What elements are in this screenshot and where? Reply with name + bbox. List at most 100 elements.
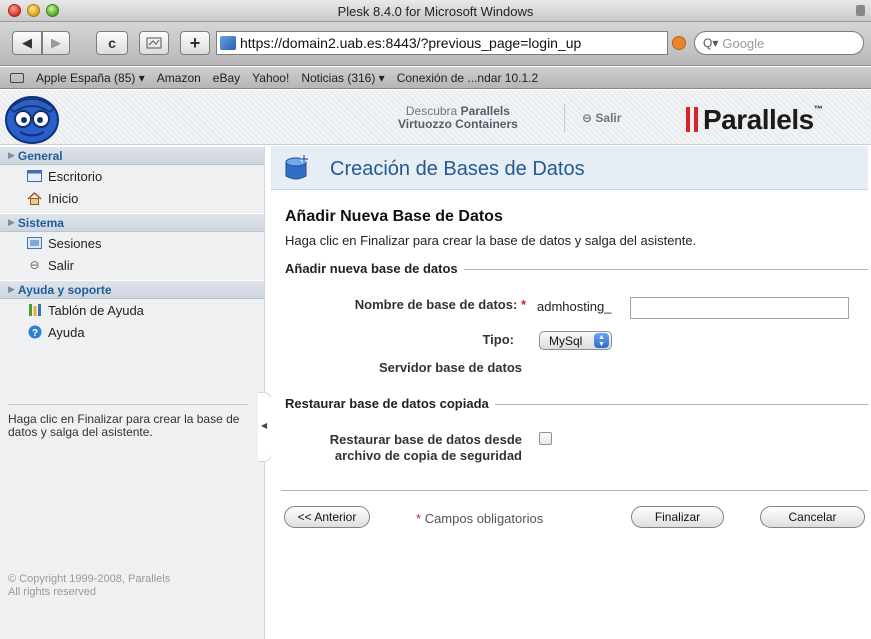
sessions-icon (27, 237, 42, 250)
back-button[interactable]: ◀ (12, 31, 42, 55)
sidebar-hint: Haga clic en Finalizar para crear la bas… (8, 404, 248, 439)
svg-text:?: ? (31, 328, 37, 339)
parallels-logo-bars-icon (686, 107, 699, 132)
sidebar-item-inicio[interactable]: Inicio (0, 187, 264, 209)
left-sidebar: ▶ General Escritorio Inicio ▶ Sistema Sesi… (0, 146, 265, 639)
section-description: Haga clic en Finalizar para crear la bas… (285, 233, 697, 248)
rss-icon[interactable] (672, 36, 686, 50)
copyright-line: © Copyright 1999-2008, Parallels (8, 573, 171, 585)
parallels-logo: Parallels™ (703, 104, 823, 135)
forward-arrow-icon: ▶ (51, 35, 61, 50)
sidebar-item-salir[interactable]: ⊖ Salir (0, 254, 264, 276)
window-titlebar: Plesk 8.4.0 for Microsoft Windows (0, 0, 871, 22)
sidebar-item-escritorio[interactable]: Escritorio (0, 165, 264, 187)
header-logout-link[interactable]: ⊖ Salir (582, 111, 621, 125)
database-add-icon (285, 155, 308, 180)
collapse-arrow-icon: ◀ (261, 421, 268, 430)
page-title-bar: Creación de Bases de Datos (271, 146, 868, 190)
select-arrows-icon: ▲ ▼ (594, 333, 609, 348)
restore-checkbox[interactable] (539, 432, 552, 445)
copyright-line: All rights reserved (8, 586, 97, 598)
header-divider (564, 104, 565, 132)
sidebar-collapse-handle[interactable]: ◀ (258, 392, 272, 462)
header-logout-label: Salir (595, 111, 622, 125)
sidebar-section-sistema[interactable]: ▶ Sistema (0, 213, 264, 232)
bookmarks-book-icon[interactable] (10, 72, 24, 83)
required-note-text: Campos obligatorios (424, 511, 544, 526)
restore-label-line: Restaurar base de datos desde (329, 432, 522, 447)
plus-icon: + (189, 32, 201, 53)
add-bookmark-button[interactable]: + (180, 31, 210, 55)
type-label: Tipo: (482, 332, 514, 347)
required-mark: * (416, 511, 422, 526)
promo-text: Descubra (405, 104, 458, 118)
sidebar-item-label: Inicio (48, 190, 79, 206)
sidebar-item-label: Ayuda (48, 324, 85, 340)
collapse-triangle-icon: ▶ (8, 217, 15, 227)
collapse-triangle-icon: ▶ (8, 150, 15, 160)
db-server-label: Servidor base de datos (378, 360, 522, 375)
parallels-logo-text: Parallels (703, 104, 814, 135)
reload-icon: c (108, 35, 116, 51)
site-favicon-icon (220, 36, 236, 50)
plesk-mascot-icon (5, 96, 59, 144)
logout-icon: ⊖ (29, 258, 40, 272)
restore-label: Restaurar base de datos desde archivo de… (330, 432, 522, 464)
required-fields-note: * Campos obligatorios (416, 511, 543, 526)
help-icon: ? (27, 325, 42, 339)
search-input[interactable]: Q▾ Google (694, 31, 864, 55)
sidebar-item-label: Sesiones (48, 235, 102, 251)
db-type-selected: MySql (549, 333, 583, 348)
fieldset-legend-new-db: Añadir nueva base de datos (285, 261, 464, 276)
sidebar-section-title: Sistema (17, 215, 64, 230)
promo-brand: Parallels (460, 104, 510, 118)
sidebar-section-title: Ayuda y soporte (17, 282, 112, 297)
browser-toolbar: ◀ ▶ c + https://domain2.uab.es:8443/?pre… (0, 22, 871, 66)
parallels-promo-link[interactable]: Descubra Parallels Virtuozzo Containers (398, 105, 518, 131)
buttons-divider (281, 490, 868, 491)
sidebar-item-sesiones[interactable]: Sesiones (0, 232, 264, 254)
db-type-select[interactable]: MySql ▲ ▼ (539, 331, 612, 350)
search-placeholder: Google (722, 35, 765, 51)
search-icon: Q▾ (703, 36, 719, 50)
bookmark-item[interactable]: Noticias (316) ▾ (301, 71, 384, 85)
back-arrow-icon: ◀ (22, 35, 32, 50)
sidebar-section-general[interactable]: ▶ General (0, 146, 264, 165)
db-name-input[interactable] (630, 297, 849, 319)
bookmark-item[interactable]: Apple España (85) ▾ (36, 71, 145, 85)
fieldset-legend-restore: Restaurar base de datos copiada (285, 396, 495, 411)
restore-label-line: archivo de copia de seguridad (334, 448, 522, 463)
address-bar-url: https://domain2.uab.es:8443/?previous_pa… (240, 35, 582, 51)
main-content: Creación de Bases de Datos Añadir Nueva … (271, 146, 871, 639)
db-name-label-text: Nombre de base de datos: (354, 297, 518, 312)
forward-button[interactable]: ▶ (42, 31, 70, 55)
reload-button[interactable]: c (96, 31, 128, 55)
helpdesk-icon (27, 304, 42, 317)
page-title: Creación de Bases de Datos (330, 158, 585, 180)
bookmark-item[interactable]: Conexión de ...ndar 10.1.2 (397, 71, 538, 85)
sidebar-item-tablon[interactable]: Tablón de Ayuda (0, 299, 264, 321)
sidebar-item-label: Escritorio (48, 168, 103, 184)
previous-button[interactable]: << Anterior (284, 506, 370, 528)
required-mark: * (520, 297, 526, 312)
copyright: © Copyright 1999-2008, Parallels All rig… (8, 573, 170, 599)
db-name-label: Nombre de base de datos: * (355, 297, 526, 312)
sidebar-item-label: Tablón de Ayuda (48, 302, 144, 318)
address-bar[interactable]: https://domain2.uab.es:8443/?previous_pa… (216, 31, 668, 55)
promo-product: Virtuozzo Containers (398, 117, 518, 131)
sidebar-item-label: Salir (48, 257, 75, 273)
collapse-triangle-icon: ▶ (8, 284, 15, 294)
sidebar-section-ayuda[interactable]: ▶ Ayuda y soporte (0, 280, 264, 299)
snapback-icon (146, 37, 162, 49)
bookmark-item[interactable]: Yahoo! (252, 71, 289, 85)
home-icon (27, 191, 42, 205)
cancel-button[interactable]: Cancelar (760, 506, 865, 528)
sidebar-item-ayuda[interactable]: ? Ayuda (0, 321, 264, 343)
finish-button[interactable]: Finalizar (631, 506, 724, 528)
section-title: Añadir Nueva Base de Datos (285, 208, 503, 225)
bookmark-item[interactable]: eBay (213, 71, 240, 85)
bookmark-item[interactable]: Amazon (157, 71, 201, 85)
logout-icon: ⊖ (582, 111, 593, 125)
snapback-button[interactable] (139, 31, 169, 55)
window-title: Plesk 8.4.0 for Microsoft Windows (337, 4, 534, 19)
